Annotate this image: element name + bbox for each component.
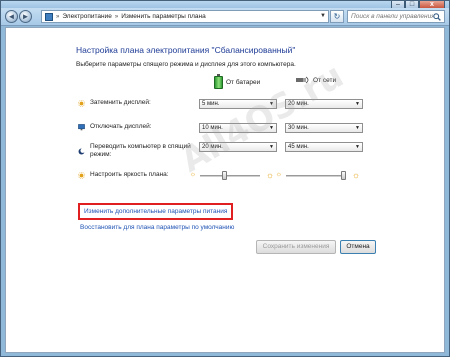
- brightness-ac-slider[interactable]: [286, 171, 346, 180]
- dim-display-icon: [78, 99, 85, 107]
- column-header-battery: От батареи: [214, 74, 261, 89]
- title-bar: [1, 1, 449, 8]
- search-icon[interactable]: [433, 13, 441, 21]
- control-panel-window: – □ x ◄ ► » Электропитание » Изменить па…: [0, 0, 450, 357]
- dim-display-ac-select[interactable]: 20 мин. ▼: [285, 99, 363, 109]
- setting-row-dim-display: Затемнить дисплей:: [78, 99, 151, 107]
- turn-off-display-battery-select[interactable]: 10 мин. ▼: [199, 123, 277, 133]
- chevron-down-icon: ▼: [355, 101, 360, 107]
- advanced-settings-link[interactable]: Изменить дополнительные параметры питани…: [78, 203, 234, 220]
- turn-off-display-ac-value: 30 мин.: [288, 125, 309, 131]
- chevron-down-icon: ▼: [355, 144, 360, 150]
- column-label-ac: От сети: [313, 76, 337, 84]
- forward-button[interactable]: ►: [19, 10, 32, 23]
- slider-track: [286, 175, 346, 177]
- turn-off-display-ac-select[interactable]: 30 мин. ▼: [285, 123, 363, 133]
- address-bar[interactable]: » Электропитание » Изменить параметры пл…: [41, 10, 329, 23]
- plug-icon: [296, 76, 309, 84]
- breadcrumb-separator: »: [114, 13, 119, 20]
- chevron-down-icon: ▼: [355, 125, 360, 131]
- setting-row-turn-off-display: Отключать дисплей:: [78, 123, 152, 131]
- dim-display-ac-value: 20 мин.: [288, 101, 309, 107]
- sleep-battery-value: 20 мин.: [202, 144, 223, 150]
- chevron-down-icon: ▼: [269, 125, 274, 131]
- refresh-button[interactable]: ↻: [330, 10, 344, 23]
- turn-off-display-label: Отключать дисплей:: [90, 123, 152, 130]
- sun-small-icon: ☼: [275, 171, 283, 178]
- watermark: All4OS.ru: [174, 55, 351, 181]
- column-header-ac: От сети: [296, 76, 336, 84]
- slider-thumb[interactable]: [341, 171, 346, 180]
- slider-thumb[interactable]: [222, 171, 227, 180]
- dim-display-battery-value: 5 мин.: [202, 101, 220, 107]
- battery-icon: [214, 74, 223, 89]
- slider-track: [200, 175, 260, 177]
- chevron-down-icon: ▼: [269, 144, 274, 150]
- sleep-moon-icon: [78, 147, 85, 154]
- search-input[interactable]: [351, 11, 433, 22]
- monitor-icon: [78, 123, 85, 130]
- breadcrumb-power-options[interactable]: Электропитание: [62, 13, 112, 20]
- address-dropdown-icon[interactable]: ▼: [318, 11, 328, 22]
- content-pane: Настройка плана электропитания "Сбаланси…: [5, 27, 445, 353]
- sleep-battery-select[interactable]: 20 мин. ▼: [199, 142, 277, 152]
- sleep-label: Переводить компьютер в спящий режим:: [90, 143, 191, 158]
- chevron-down-icon: ▼: [269, 101, 274, 107]
- page-title: Настройка плана электропитания "Сбаланси…: [76, 45, 296, 55]
- restore-defaults-link[interactable]: Восстановить для плана параметры по умол…: [80, 224, 234, 231]
- brightness-icon: [78, 171, 85, 179]
- navigation-bar: ◄ ► » Электропитание » Изменить параметр…: [1, 8, 449, 26]
- cancel-button[interactable]: Отмена: [340, 240, 376, 254]
- dim-display-battery-select[interactable]: 5 мин. ▼: [199, 99, 277, 109]
- save-changes-button[interactable]: Сохранить изменения: [256, 240, 336, 254]
- page-subtitle: Выберите параметры спящего режима и дисп…: [76, 61, 296, 68]
- brightness-label: Настроить яркость плана:: [90, 171, 169, 178]
- setting-row-brightness: Настроить яркость плана:: [78, 171, 169, 179]
- back-button[interactable]: ◄: [5, 10, 18, 23]
- setting-row-sleep: Переводить компьютер в спящий режим:: [78, 143, 205, 159]
- breadcrumb-separator: »: [56, 13, 60, 20]
- sleep-ac-select[interactable]: 45 мин. ▼: [285, 142, 363, 152]
- brightness-battery-slider[interactable]: [200, 171, 260, 180]
- search-box[interactable]: [347, 10, 445, 23]
- sun-big-icon: ☼: [351, 170, 361, 180]
- breadcrumb-edit-plan[interactable]: Изменить параметры плана: [121, 13, 206, 20]
- dim-display-label: Затемнить дисплей:: [90, 99, 151, 106]
- turn-off-display-battery-value: 10 мин.: [202, 125, 223, 131]
- sleep-ac-value: 45 мин.: [288, 144, 309, 150]
- control-panel-icon: [45, 12, 53, 21]
- column-label-battery: От батареи: [226, 79, 261, 86]
- sun-small-icon: ☼: [189, 171, 197, 178]
